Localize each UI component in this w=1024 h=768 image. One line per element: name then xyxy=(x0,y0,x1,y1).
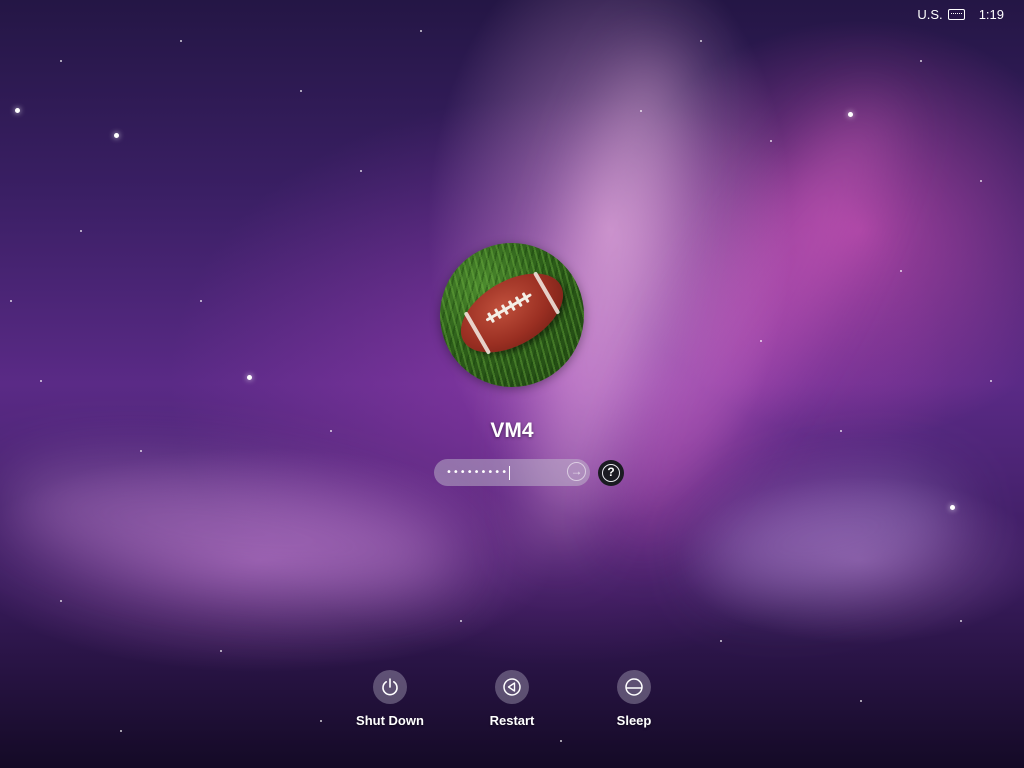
keyboard-icon xyxy=(947,9,965,20)
user-avatar[interactable] xyxy=(440,243,584,387)
password-masked-value: ••••••••• xyxy=(446,467,509,478)
restart-button[interactable]: Restart xyxy=(467,670,557,728)
star xyxy=(10,300,12,302)
star xyxy=(114,133,119,138)
aurora-glow xyxy=(577,67,933,573)
aurora-glow xyxy=(0,438,467,622)
star xyxy=(460,620,462,622)
question-mark-icon: ? xyxy=(602,463,620,482)
restart-label: Restart xyxy=(489,713,535,728)
aurora-glow xyxy=(691,454,969,616)
star xyxy=(247,375,252,380)
menu-bar-status: U.S. 1:19 xyxy=(917,7,1004,22)
password-hint-button[interactable]: ? xyxy=(598,459,624,486)
sleep-circle[interactable] xyxy=(617,670,651,704)
star xyxy=(15,108,20,113)
star xyxy=(980,180,982,182)
sleep-icon xyxy=(625,678,643,696)
star xyxy=(180,40,182,42)
star xyxy=(860,700,862,702)
star xyxy=(900,270,902,272)
star xyxy=(950,505,955,510)
star xyxy=(360,170,362,172)
restart-icon xyxy=(503,678,521,696)
shut-down-label: Shut Down xyxy=(356,713,424,728)
star xyxy=(640,110,642,112)
input-source-menu[interactable]: U.S. xyxy=(917,7,965,22)
star xyxy=(80,230,82,232)
star xyxy=(320,720,322,722)
shut-down-button[interactable]: Shut Down xyxy=(345,670,435,728)
star xyxy=(140,450,142,452)
sleep-label: Sleep xyxy=(616,713,652,728)
sleep-button[interactable]: Sleep xyxy=(589,670,679,728)
star xyxy=(920,60,922,62)
login-screen: U.S. 1:19 VM4 ••••••••• → ? Shut Down Re… xyxy=(0,0,1024,768)
arrow-right-circle-icon[interactable]: → xyxy=(567,462,586,481)
input-source-label: U.S. xyxy=(917,7,943,22)
star xyxy=(220,650,222,652)
power-icon xyxy=(382,678,398,696)
star xyxy=(120,730,122,732)
star xyxy=(420,30,422,32)
shut-down-circle[interactable] xyxy=(373,670,407,704)
user-name: VM4 xyxy=(490,419,534,442)
star xyxy=(200,300,202,302)
star xyxy=(60,600,62,602)
star xyxy=(720,640,722,642)
star xyxy=(560,740,562,742)
password-row: ••••••••• → ? xyxy=(434,459,624,486)
star xyxy=(40,380,42,382)
star xyxy=(960,620,962,622)
star xyxy=(300,90,302,92)
restart-circle[interactable] xyxy=(495,670,529,704)
star xyxy=(770,140,772,142)
text-caret xyxy=(509,465,511,480)
star xyxy=(60,60,62,62)
star xyxy=(848,112,853,117)
star xyxy=(760,340,762,342)
star xyxy=(700,40,702,42)
password-field[interactable]: ••••••••• → xyxy=(434,459,590,486)
star xyxy=(990,380,992,382)
clock: 1:19 xyxy=(978,7,1004,22)
